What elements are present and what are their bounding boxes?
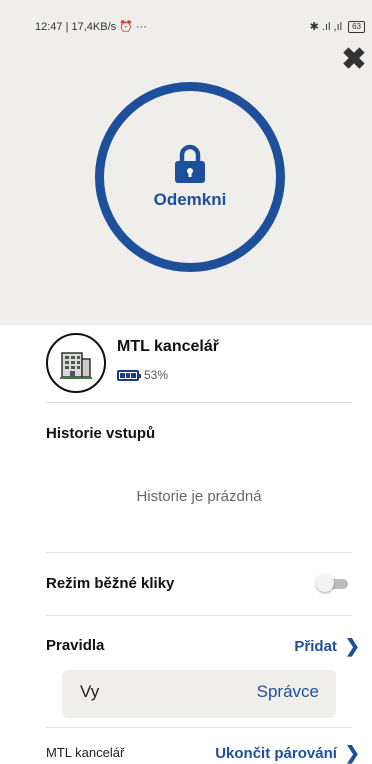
history-empty-text: Historie je prázdná bbox=[136, 488, 262, 505]
mode-title: Režim běžné kliky bbox=[46, 575, 175, 592]
building-icon bbox=[60, 352, 92, 379]
chevron-right-icon: ❯ bbox=[344, 743, 360, 763]
device-avatar bbox=[46, 333, 106, 393]
phone-battery-icon: 63 bbox=[348, 20, 365, 33]
lock-icon bbox=[175, 144, 205, 183]
battery-percent: 53% bbox=[144, 368, 169, 382]
rule-item[interactable]: Vy Správce bbox=[62, 670, 336, 718]
unpair-label: Ukončit párování bbox=[215, 745, 337, 762]
add-rule-button[interactable]: Přidat ❯ bbox=[294, 636, 360, 657]
unlock-label: Odemkni bbox=[153, 190, 227, 209]
status-right: ✱ .ıl ,ıl 63 bbox=[310, 20, 365, 33]
status-left: 12:47 | 17,4KB/s ⏰ ··· bbox=[35, 20, 147, 33]
toggle-knob bbox=[316, 574, 334, 592]
chevron-right-icon: ❯ bbox=[344, 636, 360, 656]
unpair-button[interactable]: Ukončit párování ❯ bbox=[215, 743, 360, 764]
battery-icon bbox=[117, 369, 141, 381]
close-icon: ✖ bbox=[341, 43, 367, 76]
rules-title: Pravidla bbox=[46, 637, 105, 654]
device-name: MTL kancelář bbox=[117, 338, 219, 355]
status-time: 12:47 | 17,4KB/s bbox=[35, 21, 117, 33]
device-battery: 53% bbox=[117, 368, 168, 382]
status-bar: 12:47 | 17,4KB/s ⏰ ··· ✱ .ıl ,ıl 63 bbox=[35, 20, 365, 36]
signal-icons: ✱ .ıl ,ıl bbox=[309, 21, 343, 33]
unlock-button[interactable]: Odemkni bbox=[95, 82, 285, 272]
alarm-icon: ⏰ bbox=[119, 21, 133, 33]
divider bbox=[46, 402, 352, 403]
rule-role: Správce bbox=[256, 682, 319, 701]
rule-user: Vy bbox=[80, 682, 100, 701]
divider bbox=[46, 727, 352, 728]
add-rule-label: Přidat bbox=[294, 638, 337, 655]
footer-device-name: MTL kancelář bbox=[46, 745, 125, 760]
divider bbox=[46, 552, 352, 553]
mode-toggle[interactable] bbox=[316, 574, 348, 592]
history-title: Historie vstupů bbox=[46, 425, 156, 442]
close-button[interactable]: ✖ bbox=[339, 45, 369, 75]
status-more: ··· bbox=[135, 21, 147, 33]
divider bbox=[46, 615, 352, 616]
